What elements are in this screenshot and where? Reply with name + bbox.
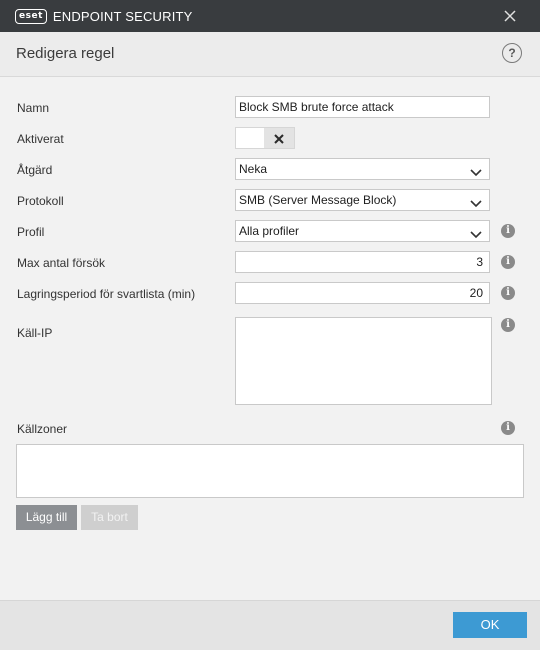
retention-label: Lagringsperiod för svartlista (min) [17,287,196,301]
protocol-value: SMB (Server Message Block) [239,193,397,207]
add-button[interactable]: Lägg till [16,505,77,530]
protocol-label: Protokoll [17,194,64,208]
page-title: Redigera regel [16,45,115,62]
action-select[interactable]: Neka [235,158,490,180]
action-value: Neka [239,162,268,176]
source-zones-label: Källzoner [17,422,68,436]
retention-info-icon[interactable]: i [501,286,515,300]
enabled-toggle[interactable] [235,127,295,149]
chevron-down-icon [470,164,482,177]
profile-info-icon[interactable]: i [501,224,515,238]
profile-select[interactable]: Alla profiler [235,220,490,242]
dialog-footer: OK [0,600,540,650]
ok-button[interactable]: OK [453,612,527,638]
max-attempts-label: Max antal försök [17,256,106,270]
name-label: Namn [17,101,50,115]
source-ip-label: Käll-IP [17,326,53,340]
profile-label: Profil [17,225,45,239]
profile-value: Alla profiler [239,224,300,238]
source-ip-info-icon[interactable]: i [501,318,515,332]
enabled-label: Aktiverat [17,132,64,146]
eset-logo: eset [15,8,47,24]
max-attempts-info-icon[interactable]: i [501,255,515,269]
chevron-down-icon [470,195,482,208]
source-ip-textarea[interactable] [235,317,492,405]
edit-rule-dialog: eset ENDPOINT SECURITY Redigera regel ? … [0,0,540,650]
source-zones-list[interactable] [16,444,524,498]
product-name: ENDPOINT SECURITY [52,8,193,24]
action-label: Åtgärd [17,163,53,177]
max-attempts-input[interactable]: 3 [235,251,490,273]
chevron-down-icon [470,226,482,239]
remove-button[interactable]: Ta bort [81,505,138,530]
source-zones-info-icon[interactable]: i [501,421,515,435]
close-icon[interactable] [502,8,518,24]
toggle-x-icon [274,133,284,144]
name-input[interactable]: Block SMB brute force attack [235,96,490,118]
protocol-select[interactable]: SMB (Server Message Block) [235,189,490,211]
dialog-header: Redigera regel ? [0,32,540,77]
help-icon[interactable]: ? [502,43,522,63]
title-bar: eset ENDPOINT SECURITY [0,0,540,32]
retention-input[interactable]: 20 [235,282,490,304]
